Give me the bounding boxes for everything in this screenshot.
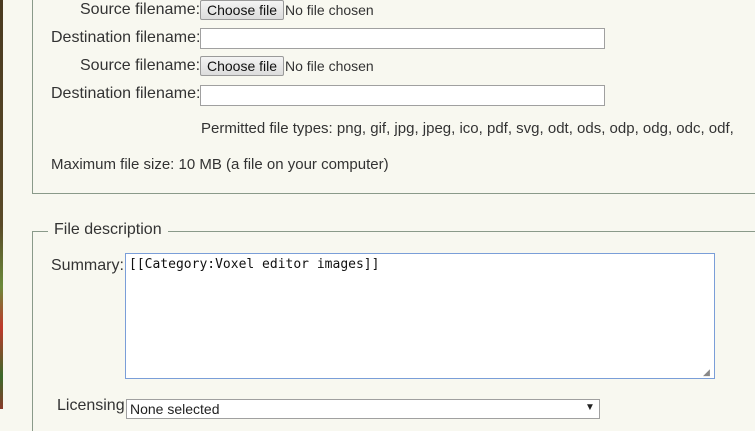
choose-file-button-1[interactable]: Choose file: [200, 0, 285, 20]
choose-file-button-2[interactable]: Choose file: [200, 56, 285, 76]
licensing-select[interactable]: None selected: [126, 399, 600, 419]
destination-filename-input-1[interactable]: [200, 28, 605, 49]
file-status-2: No file chosen: [285, 58, 374, 74]
source-filename-label-2: Source filename:: [80, 57, 201, 74]
destination-filename-label-2: Destination filename:: [51, 85, 201, 102]
resize-grip-icon[interactable]: ◢: [703, 367, 713, 377]
file-status-1: No file chosen: [285, 2, 374, 18]
summary-textarea[interactable]: [[Category:Voxel editor images]]: [125, 253, 715, 379]
chevron-down-icon[interactable]: ▼: [585, 399, 595, 417]
source-filename-label-1: Source filename:: [80, 1, 201, 18]
summary-label: Summary:: [51, 257, 124, 274]
destination-filename-label-1: Destination filename:: [51, 29, 201, 46]
max-file-size: Maximum file size: 10 MB (a file on your…: [51, 156, 389, 173]
destination-filename-input-2[interactable]: [200, 85, 605, 106]
licensing-label: Licensing:: [57, 397, 130, 414]
permitted-file-types: Permitted file types: png, gif, jpg, jpe…: [201, 120, 734, 137]
page-edge-decoration: [0, 0, 3, 409]
file-description-legend: File description: [48, 221, 168, 239]
